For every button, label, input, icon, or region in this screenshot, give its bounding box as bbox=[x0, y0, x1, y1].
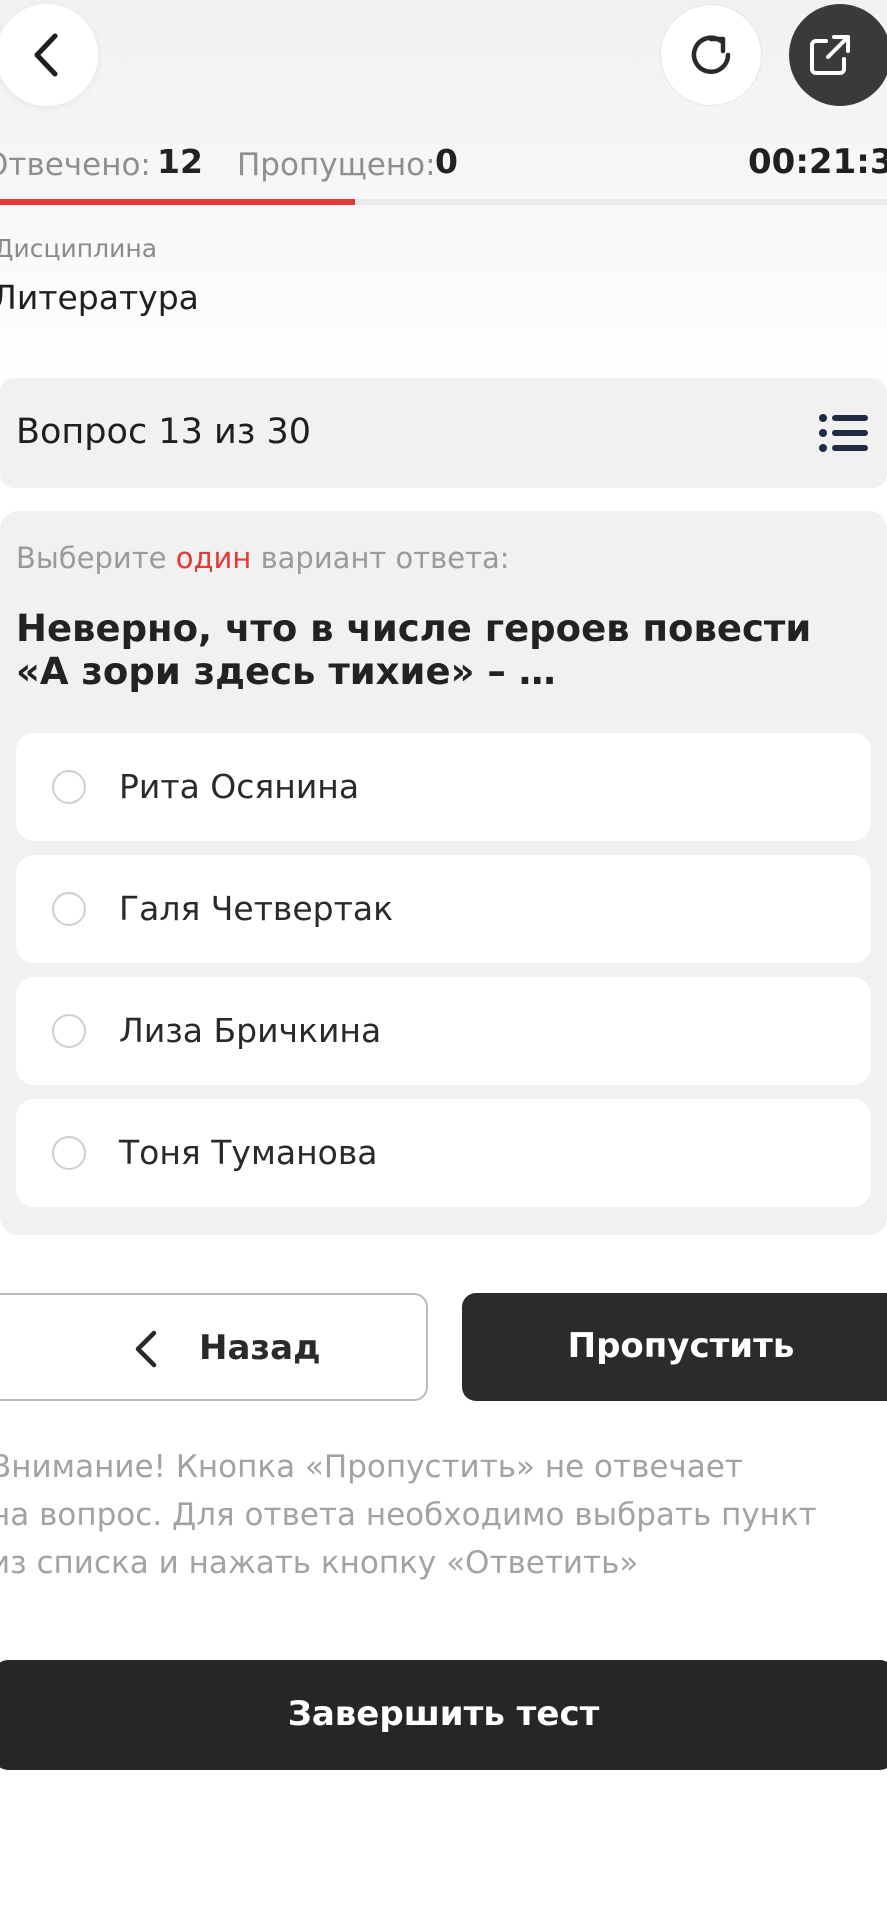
answered-label: Отвечено: bbox=[0, 147, 151, 183]
list-icon[interactable] bbox=[818, 413, 868, 453]
skipped-label: Пропущено: bbox=[237, 147, 436, 183]
question-text: Неверно, что в числе героев повести «А з… bbox=[16, 607, 812, 693]
question-header: Вопрос 13 из 30 bbox=[0, 378, 887, 488]
chevron-left-icon bbox=[135, 1330, 157, 1368]
back-nav-button[interactable] bbox=[0, 4, 98, 106]
skip-button-label: Пропустить bbox=[567, 1326, 795, 1366]
refresh-button[interactable] bbox=[660, 4, 762, 106]
instruction-suffix: вариант ответа: bbox=[260, 541, 510, 575]
answer-option[interactable]: Лиза Бричкина bbox=[16, 977, 871, 1085]
discipline-label: Дисциплина bbox=[0, 234, 158, 263]
answer-option[interactable]: Галя Четвертак bbox=[16, 855, 871, 963]
option-label: Рита Осянина bbox=[119, 767, 360, 806]
radio-button[interactable] bbox=[52, 1014, 86, 1048]
progress-bar bbox=[0, 199, 887, 205]
chevron-left-icon bbox=[34, 33, 58, 77]
instruction-prefix: Выберите bbox=[16, 541, 167, 575]
progress-fill bbox=[0, 199, 355, 205]
skip-warning: Внимание! Кнопка «Пропустить» не отвечае… bbox=[0, 1443, 870, 1587]
option-label: Тоня Туманова bbox=[119, 1133, 378, 1172]
warning-line: из списка и нажать кнопку «Ответить» bbox=[0, 1545, 639, 1581]
warning-line: на вопрос. Для ответа необходимо выбрать… bbox=[0, 1497, 817, 1533]
finish-test-button[interactable]: Завершить тест bbox=[0, 1660, 887, 1770]
answer-option[interactable]: Рита Осянина bbox=[16, 733, 871, 841]
answer-option[interactable]: Тоня Туманова bbox=[16, 1099, 871, 1207]
discipline-value: Литература bbox=[0, 278, 199, 317]
radio-button[interactable] bbox=[52, 1136, 86, 1170]
question-number: Вопрос 13 из 30 bbox=[16, 412, 311, 452]
refresh-icon bbox=[691, 35, 731, 74]
option-label: Галя Четвертак bbox=[119, 889, 394, 928]
option-label: Лиза Бричкина bbox=[119, 1011, 382, 1050]
back-button[interactable]: Назад bbox=[0, 1293, 428, 1401]
skip-button[interactable]: Пропустить bbox=[462, 1293, 887, 1401]
finish-button-label: Завершить тест bbox=[287, 1694, 600, 1734]
external-link-icon bbox=[810, 35, 850, 75]
answered-count: 12 bbox=[157, 142, 203, 181]
radio-button[interactable] bbox=[52, 892, 86, 926]
warning-line: Внимание! Кнопка «Пропустить» не отвечае… bbox=[0, 1449, 743, 1485]
instruction-accent: один bbox=[175, 541, 252, 575]
skipped-count: 0 bbox=[435, 142, 458, 181]
timer: 00:21:30 bbox=[748, 142, 887, 182]
question-card: Выберите один вариант ответа: Неверно, ч… bbox=[0, 511, 887, 1235]
answer-instruction: Выберите один вариант ответа: bbox=[16, 541, 510, 575]
back-button-label: Назад bbox=[199, 1328, 321, 1368]
radio-button[interactable] bbox=[52, 770, 86, 804]
open-external-button[interactable] bbox=[789, 4, 887, 106]
